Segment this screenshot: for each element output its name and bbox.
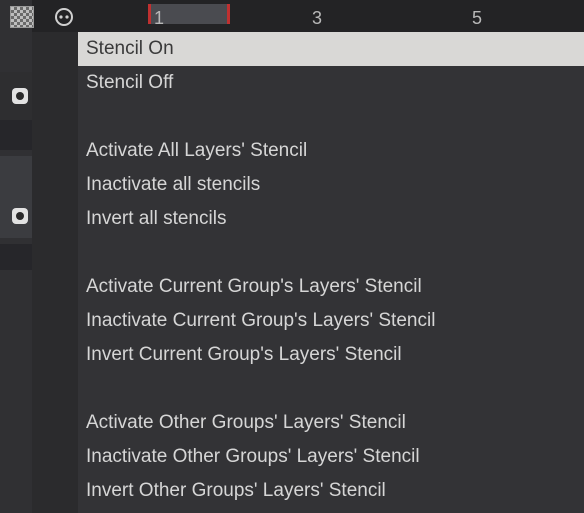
layer-row[interactable] (0, 72, 32, 120)
layer-row (0, 32, 32, 72)
menu-item-inactivate-all-stencils[interactable]: Inactivate all stencils (78, 168, 584, 202)
layer-toggle-icon[interactable] (12, 88, 28, 104)
menu-item-activate-all-stencil[interactable]: Activate All Layers' Stencil (78, 134, 584, 168)
menu-item-activate-other-groups-stencil[interactable]: Activate Other Groups' Layers' Stencil (78, 406, 584, 440)
frame-number: 3 (312, 8, 323, 28)
menu-item-stencil-off[interactable]: Stencil Off (78, 66, 584, 100)
layer-toggle-icon[interactable] (12, 208, 28, 224)
frame-number: 1 (154, 8, 165, 28)
menu-item-activate-current-group-stencil[interactable]: Activate Current Group's Layers' Stencil (78, 270, 584, 304)
menu-item-inactivate-other-groups-stencil[interactable]: Inactivate Other Groups' Layers' Stencil (78, 440, 584, 474)
layer-panel (0, 0, 32, 513)
layer-divider (0, 244, 32, 270)
menu-item-invert-all-stencils[interactable]: Invert all stencils (78, 202, 584, 236)
layer-divider (0, 120, 32, 150)
menu-item-invert-current-group-stencil[interactable]: Invert Current Group's Layers' Stencil (78, 338, 584, 372)
menu-item-inactivate-current-group-stencil[interactable]: Inactivate Current Group's Layers' Stenc… (78, 304, 584, 338)
menu-item-stencil-on[interactable]: Stencil On (78, 32, 584, 66)
frame-number: 5 (472, 8, 483, 28)
timeline-ruler[interactable]: 1 3 5 (32, 0, 584, 32)
layer-row[interactable] (0, 156, 32, 238)
menu-item-invert-other-groups-stencil[interactable]: Invert Other Groups' Layers' Stencil (78, 474, 584, 508)
stencil-context-menu: Stencil On Stencil Off Activate All Laye… (78, 32, 584, 513)
onion-skin-icon[interactable] (54, 7, 74, 27)
stencil-toggle-icon[interactable] (10, 6, 34, 28)
